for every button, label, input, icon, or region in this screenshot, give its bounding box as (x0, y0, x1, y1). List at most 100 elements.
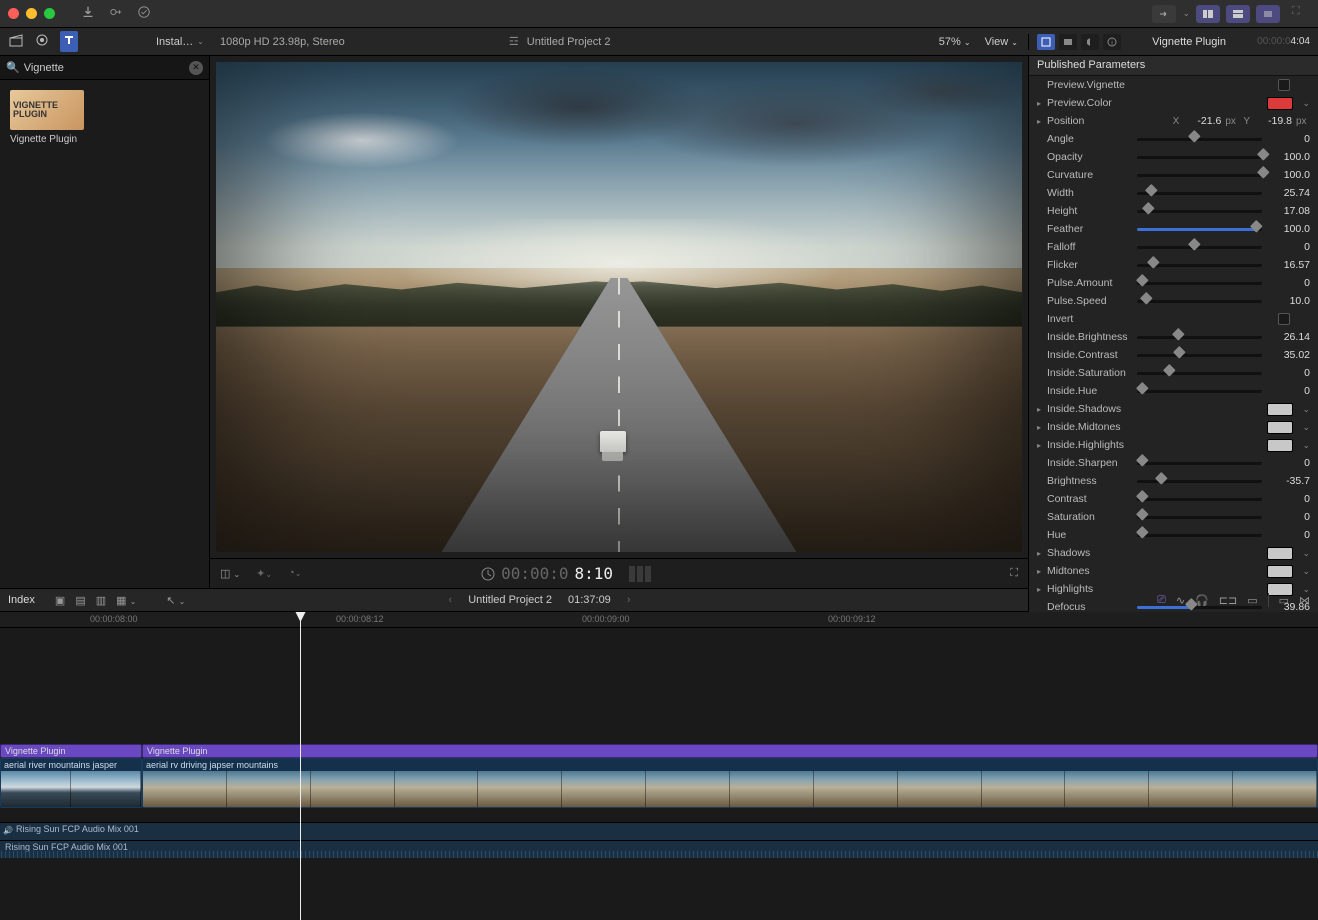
maximize-button[interactable] (44, 8, 55, 19)
playhead[interactable] (300, 612, 301, 920)
enhance-tool-icon[interactable]: ✦⌄ (256, 567, 272, 580)
param-control[interactable]: 0 (1137, 457, 1310, 469)
index-button[interactable]: Index (8, 594, 35, 606)
slider[interactable] (1137, 192, 1262, 195)
param-control[interactable]: X-21.6pxY-19.8px (1137, 115, 1310, 127)
param-control[interactable]: ⌄ (1137, 97, 1310, 110)
chevron-down-icon[interactable]: ⌄ (1302, 98, 1310, 109)
install-dropdown[interactable]: Instal… ⌄ (156, 36, 204, 48)
inspector-tab-video[interactable] (1037, 34, 1055, 50)
snapping-icon[interactable]: ⊏⊐ (1219, 594, 1237, 607)
background-tasks-icon[interactable] (137, 5, 151, 22)
slider[interactable] (1137, 336, 1262, 339)
slider[interactable] (1137, 210, 1262, 213)
inspector-tab-generator[interactable] (1059, 34, 1077, 50)
layout-inspector-button[interactable] (1256, 5, 1280, 23)
param-control[interactable]: 17.08 (1137, 205, 1310, 217)
param-value[interactable]: 0 (1268, 277, 1310, 289)
param-value[interactable]: 0 (1268, 385, 1310, 397)
chevron-down-icon[interactable]: ⌄ (1182, 8, 1190, 19)
color-well[interactable] (1267, 439, 1293, 452)
effect-item[interactable]: VIGNETTE PLUGIN Vignette Plugin (10, 90, 84, 145)
param-control[interactable]: 10.0 (1137, 295, 1310, 307)
slider[interactable] (1137, 156, 1262, 159)
append-clip-icon[interactable]: ▥ (96, 594, 106, 607)
slider[interactable] (1137, 354, 1262, 357)
audio-skimming-icon[interactable]: ∿ (1176, 594, 1185, 607)
retime-tool-icon[interactable]: ◔⌄ (288, 567, 301, 580)
param-value[interactable]: 0 (1268, 493, 1310, 505)
disclosure-icon[interactable]: ▸ (1037, 567, 1047, 576)
slider[interactable] (1137, 246, 1262, 249)
param-value[interactable]: 26.14 (1268, 331, 1310, 343)
param-value[interactable]: 17.08 (1268, 205, 1310, 217)
param-value[interactable]: 16.57 (1268, 259, 1310, 271)
prev-edit-icon[interactable]: ‹ (449, 594, 453, 606)
slider[interactable] (1137, 282, 1262, 285)
param-control[interactable]: 25.74 (1137, 187, 1310, 199)
transform-tool-icon[interactable]: ◫ ⌄ (220, 567, 240, 580)
param-value[interactable]: -21.6 (1183, 115, 1221, 127)
zoom-dropdown[interactable]: 57% ⌄ (939, 36, 971, 48)
param-control[interactable]: ⌄ (1137, 439, 1310, 452)
insert-clip-icon[interactable]: ▤ (75, 594, 85, 607)
param-value[interactable]: 0 (1268, 511, 1310, 523)
search-input[interactable] (24, 62, 189, 74)
param-value[interactable]: 100.0 (1268, 169, 1310, 181)
param-control[interactable]: 0 (1137, 493, 1310, 505)
inspector-tab-info[interactable]: i (1103, 34, 1121, 50)
param-control[interactable]: ⌄ (1137, 547, 1310, 560)
photos-icon[interactable] (34, 32, 50, 51)
param-control[interactable]: 0 (1137, 529, 1310, 541)
import-icon[interactable] (81, 5, 95, 22)
slider[interactable] (1137, 390, 1262, 393)
keyword-icon[interactable] (109, 5, 123, 22)
color-well[interactable] (1267, 97, 1293, 110)
effects-icon[interactable]: ▭ (1279, 594, 1289, 607)
checkbox[interactable] (1278, 313, 1290, 325)
clear-search-button[interactable]: ✕ (189, 61, 203, 75)
chevron-down-icon[interactable]: ⌄ (1302, 440, 1310, 451)
color-well[interactable] (1267, 565, 1293, 578)
param-control[interactable]: 35.02 (1137, 349, 1310, 361)
param-control[interactable]: ⌄ (1137, 421, 1310, 434)
clip-appearance-icon[interactable]: ▭ (1247, 594, 1257, 607)
transitions-icon[interactable]: ⋈ (1299, 594, 1310, 607)
skimming-icon[interactable]: ⎚ (1157, 594, 1166, 607)
layout-browser-button[interactable] (1196, 5, 1220, 23)
audio-track[interactable]: 🔊 Rising Sun FCP Audio Mix 001 (0, 822, 1318, 840)
clapper-icon[interactable] (8, 32, 24, 51)
param-value[interactable]: 100.0 (1268, 223, 1310, 235)
param-value[interactable]: 100.0 (1268, 151, 1310, 163)
disclosure-icon[interactable]: ▸ (1037, 99, 1047, 108)
inspector-tab-audio[interactable] (1081, 34, 1099, 50)
disclosure-icon[interactable]: ▸ (1037, 549, 1047, 558)
slider[interactable] (1137, 606, 1262, 609)
slider[interactable] (1137, 480, 1262, 483)
view-dropdown[interactable]: View ⌄ (985, 36, 1018, 48)
color-well[interactable] (1267, 403, 1293, 416)
param-value[interactable]: 0 (1268, 367, 1310, 379)
param-value[interactable]: 10.0 (1268, 295, 1310, 307)
param-control[interactable]: 0 (1137, 133, 1310, 145)
param-control[interactable]: 16.57 (1137, 259, 1310, 271)
param-value[interactable]: 0 (1268, 457, 1310, 469)
param-control[interactable]: 100.0 (1137, 223, 1310, 235)
param-value[interactable]: -35.7 (1268, 475, 1310, 487)
timeline-ruler[interactable]: 00:00:08:0000:00:08:1200:00:09:0000:00:0… (0, 612, 1318, 628)
param-value[interactable]: 25.74 (1268, 187, 1310, 199)
param-control[interactable]: 100.0 (1137, 169, 1310, 181)
param-control[interactable]: ⌄ (1137, 565, 1310, 578)
disclosure-icon[interactable]: ▸ (1037, 423, 1047, 432)
slider[interactable] (1137, 462, 1262, 465)
connect-clip-icon[interactable]: ▣ (55, 594, 65, 607)
param-control[interactable] (1137, 79, 1310, 91)
chevron-down-icon[interactable]: ⌄ (1302, 404, 1310, 415)
slider[interactable] (1137, 372, 1262, 375)
fx-clip[interactable]: Vignette Plugin (0, 744, 142, 758)
slider[interactable] (1137, 300, 1262, 303)
viewer-canvas[interactable] (210, 56, 1028, 558)
fullscreen-viewer-icon[interactable]: ⛶ (1010, 567, 1018, 580)
color-well[interactable] (1267, 547, 1293, 560)
video-clip[interactable]: aerial rv driving japser mountains (142, 758, 1318, 808)
